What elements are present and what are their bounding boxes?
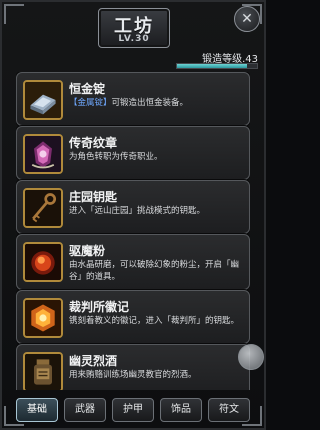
recipe-name: 裁判所徽记 bbox=[69, 300, 130, 314]
metal-ingot-icon bbox=[23, 80, 63, 120]
tab-armor[interactable]: 护甲 bbox=[112, 398, 154, 422]
recipe-description: 镌刻着教义的徽记，进入「裁判所」的钥匙。 bbox=[69, 316, 240, 326]
spirit-bottle-icon bbox=[23, 352, 63, 390]
powder-icon bbox=[23, 242, 63, 282]
legend-crest-icon bbox=[23, 134, 63, 174]
recipe-item-tribunal-emblem[interactable]: 裁判所徽记 镌刻着教义的徽记，进入「裁判所」的钥匙。 bbox=[16, 290, 250, 344]
forge-level-progress bbox=[176, 63, 258, 69]
scroll-handle[interactable] bbox=[238, 344, 264, 370]
recipe-description: 由水晶研磨，可以破除幻象的粉尘，开启「幽谷」的道具。 bbox=[69, 260, 240, 282]
recipe-item-ghost-liquor[interactable]: 幽灵烈酒 用来贿赂训练场幽灵教官的烈酒。 bbox=[16, 344, 250, 390]
tab-runes[interactable]: 符文 bbox=[208, 398, 250, 422]
recipe-name: 庄园钥匙 bbox=[69, 190, 118, 204]
tab-accessories[interactable]: 饰品 bbox=[160, 398, 202, 422]
forge-level-progress-fill bbox=[177, 64, 248, 68]
recipe-tag: 【金属锭】 bbox=[69, 98, 112, 108]
title-plate: 工坊 LV.30 bbox=[98, 8, 170, 48]
category-tabs: 基础 武器 护甲 饰品 符文 bbox=[16, 398, 250, 424]
recipe-item-exorcism-powder[interactable]: 驱魔粉 由水晶研磨，可以破除幻象的粉尘，开启「幽谷」的道具。 bbox=[16, 234, 250, 290]
tab-basic[interactable]: 基础 bbox=[16, 398, 58, 422]
recipe-description: 为角色转职为传奇职业。 bbox=[69, 152, 163, 162]
recipe-description: 用来贿赂训练场幽灵教官的烈酒。 bbox=[69, 370, 197, 380]
page-subtitle: LV.30 bbox=[118, 34, 150, 44]
close-icon: ✕ bbox=[241, 11, 253, 27]
recipe-item-legend-crest[interactable]: 传奇纹章 为角色转职为传奇职业。 bbox=[16, 126, 250, 180]
recipe-item-metal-ingot[interactable]: 恒金锭 【金属锭】可锻造出恒金装备。 bbox=[16, 72, 250, 126]
recipe-list[interactable]: 恒金锭 【金属锭】可锻造出恒金装备。 传奇纹章 为角色转职为传奇职业。 庄园钥匙… bbox=[16, 72, 250, 390]
recipe-description: 进入「远山庄园」挑战模式的钥匙。 bbox=[69, 206, 206, 216]
header: 工坊 LV.30 ✕ bbox=[0, 0, 266, 52]
tab-weapons[interactable]: 武器 bbox=[64, 398, 106, 422]
recipe-item-manor-key[interactable]: 庄园钥匙 进入「远山庄园」挑战模式的钥匙。 bbox=[16, 180, 250, 234]
recipe-desc-text: 可锻造出恒金装备。 bbox=[111, 98, 189, 108]
emblem-icon bbox=[23, 298, 63, 338]
key-icon bbox=[23, 188, 63, 228]
recipe-name: 幽灵烈酒 bbox=[69, 354, 118, 368]
recipe-name: 传奇纹章 bbox=[69, 136, 118, 150]
recipe-description: 【金属锭】可锻造出恒金装备。 bbox=[69, 97, 243, 109]
recipe-name: 恒金锭 bbox=[69, 82, 106, 96]
close-button[interactable]: ✕ bbox=[234, 6, 260, 32]
recipe-name: 驱魔粉 bbox=[69, 244, 106, 258]
